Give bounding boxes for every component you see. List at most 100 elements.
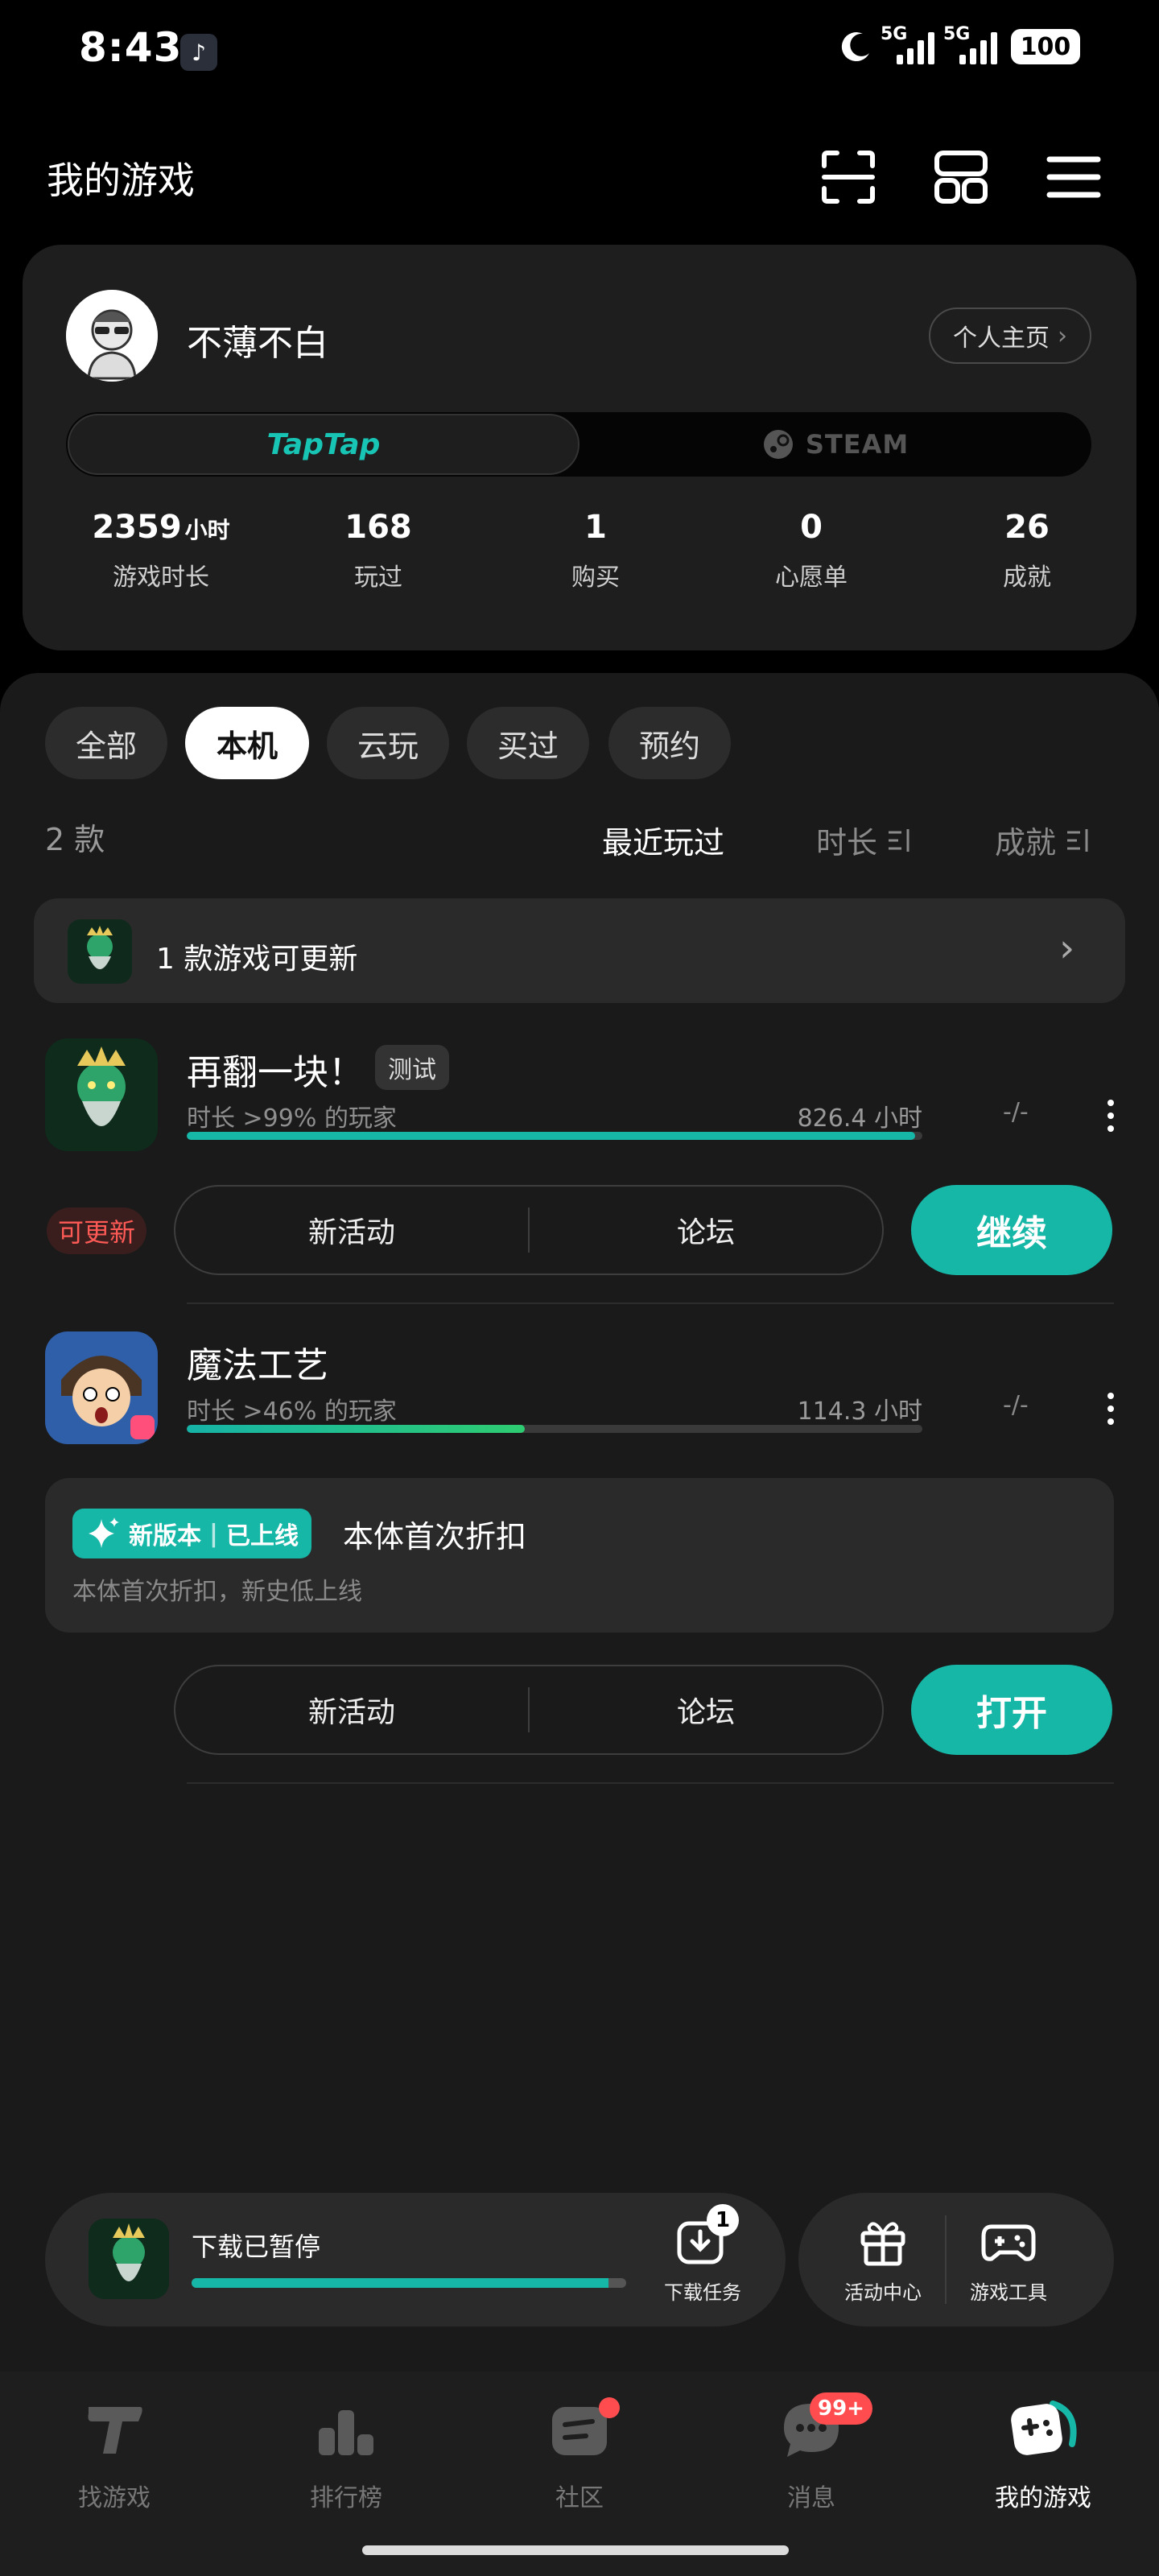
stat-playtime[interactable]: 2359 小时 游戏时长 <box>72 509 250 592</box>
moon-icon <box>841 32 869 62</box>
nav-item-my-games[interactable]: 我的游戏 <box>963 2396 1124 2513</box>
more-options-icon[interactable] <box>1106 1100 1116 1132</box>
nav-item-community[interactable]: 社区 <box>499 2396 660 2513</box>
signal-label-2: 5G <box>943 24 971 44</box>
status-time: 8:43 <box>79 24 183 71</box>
scan-icon[interactable] <box>818 147 879 208</box>
filter-chip-local[interactable]: 本机 <box>185 707 309 779</box>
avatar-image <box>66 290 158 382</box>
playtime-bar <box>187 1425 922 1433</box>
playtime-bar <box>187 1132 922 1140</box>
news-description: 本体首次折扣，新史低上线 <box>72 1578 362 1606</box>
stat-wishlist[interactable]: 0 心愿单 <box>723 509 900 592</box>
download-game-icon <box>89 2219 169 2299</box>
profile-button-label: 个人主页 <box>953 324 1050 353</box>
achievement-value: -/- <box>1003 1098 1029 1126</box>
divider <box>945 2215 947 2304</box>
nav-item-messages[interactable]: 99+ 消息 <box>731 2392 892 2513</box>
divider <box>187 1302 1114 1304</box>
platform-tab-taptap[interactable]: TapTap <box>68 414 580 475</box>
stat-value: 26 <box>1004 509 1050 546</box>
nav-label: 社区 <box>555 2484 604 2512</box>
my-games-icon <box>1011 2401 1077 2455</box>
signal-icon: 5G <box>881 24 937 64</box>
sort-icon <box>1067 828 1088 852</box>
stat-value: 1 <box>584 509 607 546</box>
continue-button[interactable]: 继续 <box>911 1185 1112 1275</box>
status-indicators: 5G 5G 100 <box>839 24 1080 64</box>
activity-center-button[interactable]: 活动中心 <box>823 2215 943 2305</box>
ranking-icon <box>319 2410 373 2455</box>
filter-chip-bought[interactable]: 买过 <box>467 707 589 779</box>
game-title[interactable]: 魔法工艺 <box>187 1336 328 1388</box>
profile-home-button[interactable]: 个人主页 › <box>929 308 1091 364</box>
game-icon[interactable] <box>45 1038 158 1151</box>
game-actions: 新活动 论坛 <box>174 1185 884 1275</box>
download-status: 下载已暂停 <box>192 2231 321 2262</box>
game-icon[interactable] <box>45 1331 158 1444</box>
forum-button[interactable]: 论坛 <box>530 1209 882 1251</box>
forum-button[interactable]: 论坛 <box>530 1689 882 1731</box>
new-version-badge: 新版本 | 已上线 <box>72 1509 311 1558</box>
nav-label: 排行榜 <box>310 2484 382 2512</box>
taptap-logo-icon <box>88 2407 142 2454</box>
playtime-bar-fill <box>187 1425 526 1433</box>
news-title: 本体首次折扣 <box>343 1519 527 1554</box>
nav-item-ranking[interactable]: 排行榜 <box>266 2396 427 2513</box>
filter-chip-reserved[interactable]: 预约 <box>608 707 731 779</box>
new-version-label: 新版本 <box>129 1522 201 1550</box>
sort-recent[interactable]: 最近玩过 <box>602 818 724 862</box>
download-task-button[interactable]: 1 下载任务 <box>658 2204 747 2305</box>
steam-icon <box>763 430 793 459</box>
home-indicator[interactable] <box>362 2545 789 2555</box>
playtime-bar-fill <box>187 1132 915 1140</box>
updatable-badge: 可更新 <box>47 1208 147 1254</box>
layout-grid-icon[interactable] <box>930 147 992 208</box>
game-count: 2 款 <box>45 822 105 857</box>
online-label: 已上线 <box>225 1522 299 1550</box>
message-count-badge: 99+ <box>810 2392 872 2425</box>
avatar[interactable] <box>66 290 158 382</box>
more-options-icon[interactable] <box>1106 1393 1116 1425</box>
stat-value: 0 <box>800 509 823 546</box>
sparkle-icon <box>89 1517 119 1548</box>
badge-separator: | <box>209 1519 218 1548</box>
stat-played[interactable]: 168 玩过 <box>290 509 467 592</box>
activity-button[interactable]: 新活动 <box>175 1209 528 1251</box>
filter-chip-all[interactable]: 全部 <box>45 707 167 779</box>
sort-achievements[interactable]: 成就 <box>995 818 1093 862</box>
activity-button[interactable]: 新活动 <box>175 1689 528 1731</box>
username: 不薄不白 <box>187 323 328 364</box>
notification-dot <box>599 2397 620 2418</box>
nav-item-discover[interactable]: 找游戏 <box>34 2396 195 2513</box>
download-progress-fill <box>192 2278 609 2288</box>
playtime-rank: 时长 >46% 的玩家 <box>187 1397 397 1426</box>
nav-label: 找游戏 <box>78 2484 151 2512</box>
filter-chip-cloud[interactable]: 云玩 <box>327 707 449 779</box>
signal-label: 5G <box>881 24 908 44</box>
sort-playtime[interactable]: 时长 <box>816 818 914 862</box>
gamepad-icon <box>981 2224 1036 2261</box>
menu-icon[interactable] <box>1043 147 1104 208</box>
stat-achievements[interactable]: 26 成就 <box>938 509 1116 592</box>
playtime-hours: 826.4 小时 <box>797 1104 922 1133</box>
game-title[interactable]: 再翻一块！ <box>187 1043 364 1095</box>
battery-icon: 100 <box>1011 29 1080 64</box>
platform-tab-steam[interactable]: STEAM <box>580 414 1091 475</box>
game-tools-button[interactable]: 游戏工具 <box>948 2215 1069 2305</box>
stat-label: 游戏时长 <box>113 564 209 592</box>
chevron-right-icon: › <box>1058 321 1067 350</box>
stat-label: 玩过 <box>354 564 402 592</box>
sort-icon <box>889 828 909 852</box>
sort-label: 时长 <box>816 825 878 861</box>
gift-icon <box>860 2222 905 2266</box>
download-task-count: 1 <box>707 2204 739 2236</box>
stat-purchased[interactable]: 1 购买 <box>507 509 684 592</box>
open-button[interactable]: 打开 <box>911 1665 1112 1755</box>
stat-label: 心愿单 <box>775 564 848 592</box>
playtime-rank: 时长 >99% 的玩家 <box>187 1104 397 1133</box>
stat-label: 购买 <box>571 564 620 592</box>
stat-label: 成就 <box>1003 564 1051 592</box>
sort-label: 成就 <box>995 825 1057 861</box>
tiktok-notification-icon: ♪ <box>180 34 217 71</box>
